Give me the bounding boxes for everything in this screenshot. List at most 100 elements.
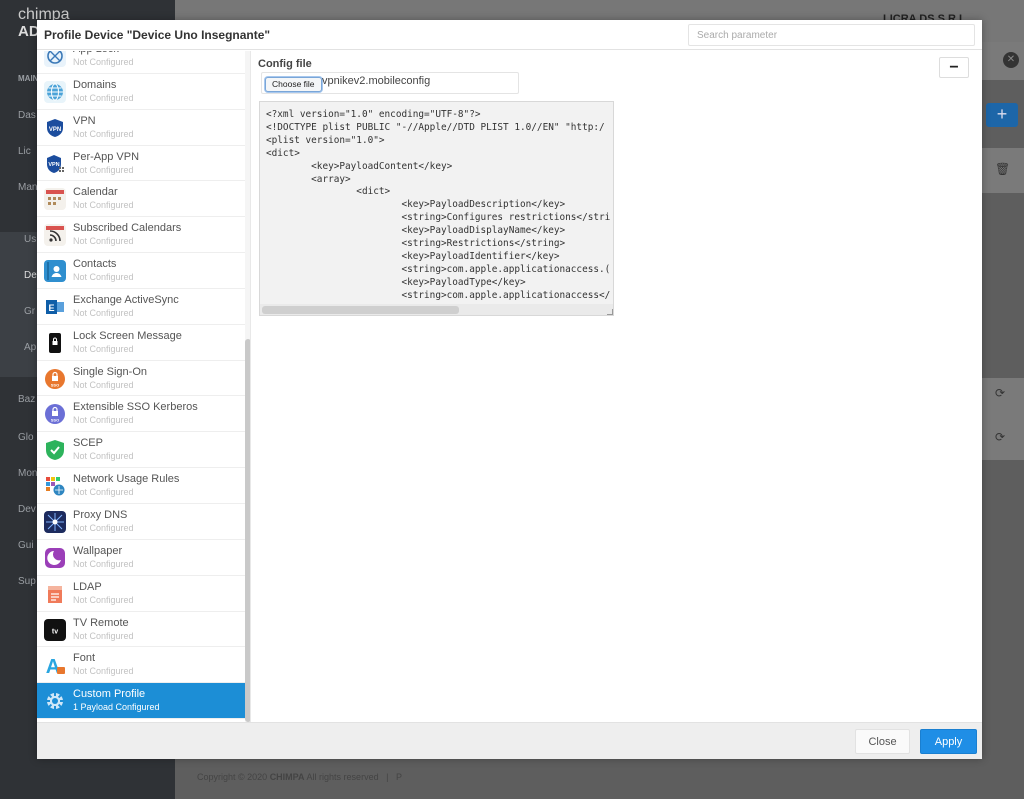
payload-status: Not Configured (73, 200, 134, 211)
close-button[interactable]: Close (855, 729, 910, 754)
payload-item[interactable]: Contacts Not Configured (37, 253, 245, 289)
sidebar-item[interactable]: Gui (18, 540, 34, 551)
sidebar-item[interactable]: Ap (24, 342, 36, 353)
config-code-textarea[interactable]: <?xml version="1.0" encoding="UTF-8"?> <… (259, 101, 614, 316)
sso-icon: SSO (44, 367, 66, 390)
payload-item[interactable]: Network Usage Rules Not Configured (37, 468, 245, 504)
modal-body: App LockNot ConfiguredDomainsNot Configu… (37, 51, 982, 722)
payload-name: Per-App VPN (73, 150, 140, 163)
payload-status: Not Configured (73, 164, 134, 175)
scep-shield-icon (44, 439, 66, 462)
code-scrollbar-thumb[interactable] (262, 306, 459, 314)
sidebar-item[interactable]: Das (18, 110, 36, 121)
payload-item[interactable]: Subscribed Calendars Not Configured (37, 217, 245, 254)
vpn-icon: VPN (44, 116, 66, 139)
modal-title: Profile Device "Device Uno Insegnante" (44, 28, 271, 42)
payload-name: VPN (73, 114, 96, 127)
payload-item[interactable]: Domains Not Configured (37, 74, 245, 110)
payload-status: Not Configured (73, 666, 134, 677)
payload-item[interactable]: VPN Per-App VPN Not Configured (37, 146, 245, 182)
payload-item[interactable]: SSO Extensible SSO Kerberos Not Configured (37, 396, 245, 433)
payload-name: Proxy DNS (73, 508, 128, 521)
sidebar-item[interactable]: Man (18, 182, 37, 193)
payload-status: Not Configured (73, 487, 134, 498)
refresh-icon[interactable]: ⟳ (995, 430, 1005, 444)
payload-status: Not Configured (73, 343, 134, 354)
payload-name: Subscribed Calendars (73, 222, 182, 235)
wallpaper-icon (44, 546, 66, 569)
payload-item[interactable]: Lock Screen Message Not Configured (37, 325, 245, 361)
sidebar-item[interactable]: Dev (18, 504, 36, 515)
payload-item[interactable]: Wallpaper Not Configured (37, 540, 245, 576)
payload-item[interactable]: App Lock Not Configured (37, 51, 245, 74)
sidebar-item[interactable]: Gr (24, 306, 35, 317)
lock-screen-icon (44, 331, 66, 354)
trash-icon[interactable]: 🗑 (995, 162, 1010, 176)
refresh-icon[interactable]: ⟳ (995, 386, 1005, 400)
payload-status: Not Configured (73, 128, 134, 139)
svg-text:VPN: VPN (49, 127, 61, 133)
payload-name: Custom Profile (73, 688, 146, 701)
payload-status: 1 Payload Configured (73, 702, 160, 713)
payload-name: SCEP (73, 437, 103, 450)
exchange-icon: E (44, 295, 66, 318)
sidebar-item[interactable]: MAIN (18, 74, 38, 83)
remove-payload-button[interactable]: − (939, 57, 969, 78)
payload-status: Not Configured (73, 522, 134, 533)
payload-item[interactable]: SCEP Not Configured (37, 432, 245, 469)
payload-item[interactable]: LDAP Not Configured (37, 576, 245, 612)
modal-header: Profile Device "Device Uno Insegnante" (37, 20, 982, 50)
payload-name: Wallpaper (73, 544, 123, 557)
payload-status: Not Configured (73, 272, 134, 283)
add-button[interactable]: + (986, 103, 1018, 127)
profile-modal: Profile Device "Device Uno Insegnante" A… (37, 20, 982, 759)
payload-item[interactable]: Calendar Not Configured (37, 181, 245, 218)
payload-status: Not Configured (73, 451, 134, 462)
svg-text:SSO: SSO (51, 382, 59, 387)
proxy-dns-icon (44, 510, 66, 533)
payload-status: Not Configured (73, 630, 134, 641)
sidebar-item[interactable]: Us (24, 234, 36, 245)
payload-name: Exchange ActiveSync (73, 293, 179, 306)
payload-item[interactable]: A Font Not Configured (37, 647, 245, 684)
payload-name: LDAP (73, 580, 102, 593)
calendar-icon (44, 188, 66, 211)
payload-item[interactable]: Custom Profile 1 Payload Configured (37, 683, 245, 720)
sidebar-item[interactable]: Mon (18, 468, 37, 479)
sidebar-item[interactable]: Lic (18, 146, 31, 157)
font-icon: A (44, 654, 66, 677)
payload-items: App LockNot ConfiguredDomainsNot Configu… (37, 51, 245, 720)
apply-button[interactable]: Apply (920, 729, 977, 754)
list-scrollbar-thumb[interactable] (245, 339, 250, 722)
resize-grip-icon[interactable] (607, 309, 613, 315)
payload-status: Not Configured (73, 594, 134, 605)
payload-content: Config file Choose file vpnikev2.mobilec… (252, 51, 982, 722)
payload-status: Not Configured (73, 92, 134, 103)
payload-item[interactable]: VPN VPN Not Configured (37, 110, 245, 146)
payload-status: Not Configured (73, 415, 134, 426)
contacts-icon (44, 260, 66, 283)
search-parameter-input[interactable] (688, 24, 975, 46)
payload-name: Domains (73, 78, 117, 91)
payload-name: Contacts (73, 258, 117, 271)
app-lock-icon (44, 51, 66, 67)
sidebar-item[interactable]: Sup (18, 576, 36, 587)
file-input[interactable]: Choose file vpnikev2.mobileconfig (261, 72, 519, 94)
choose-file-button[interactable]: Choose file (265, 77, 322, 92)
payload-item[interactable]: E Exchange ActiveSync Not Configured (37, 289, 245, 325)
payload-status: Not Configured (73, 379, 134, 390)
sidebar-item[interactable]: Baz (18, 394, 35, 405)
payload-name: Network Usage Rules (73, 473, 180, 486)
payload-list[interactable]: App LockNot ConfiguredDomainsNot Configu… (37, 51, 251, 722)
domains-icon (44, 80, 66, 103)
payload-name: Single Sign-On (73, 365, 147, 378)
close-icon[interactable]: ✕ (1003, 52, 1019, 68)
payload-item[interactable]: tv TV Remote Not Configured (37, 612, 245, 648)
sidebar-item[interactable]: Glo (18, 432, 34, 443)
modal-footer: Close Apply (37, 722, 982, 759)
config-file-label: Config file (258, 58, 312, 70)
payload-item[interactable]: SSO Single Sign-On Not Configured (37, 361, 245, 397)
payload-item[interactable]: Proxy DNS Not Configured (37, 504, 245, 540)
payload-name: Lock Screen Message (73, 329, 182, 342)
file-name: vpnikev2.mobileconfig (322, 75, 431, 87)
